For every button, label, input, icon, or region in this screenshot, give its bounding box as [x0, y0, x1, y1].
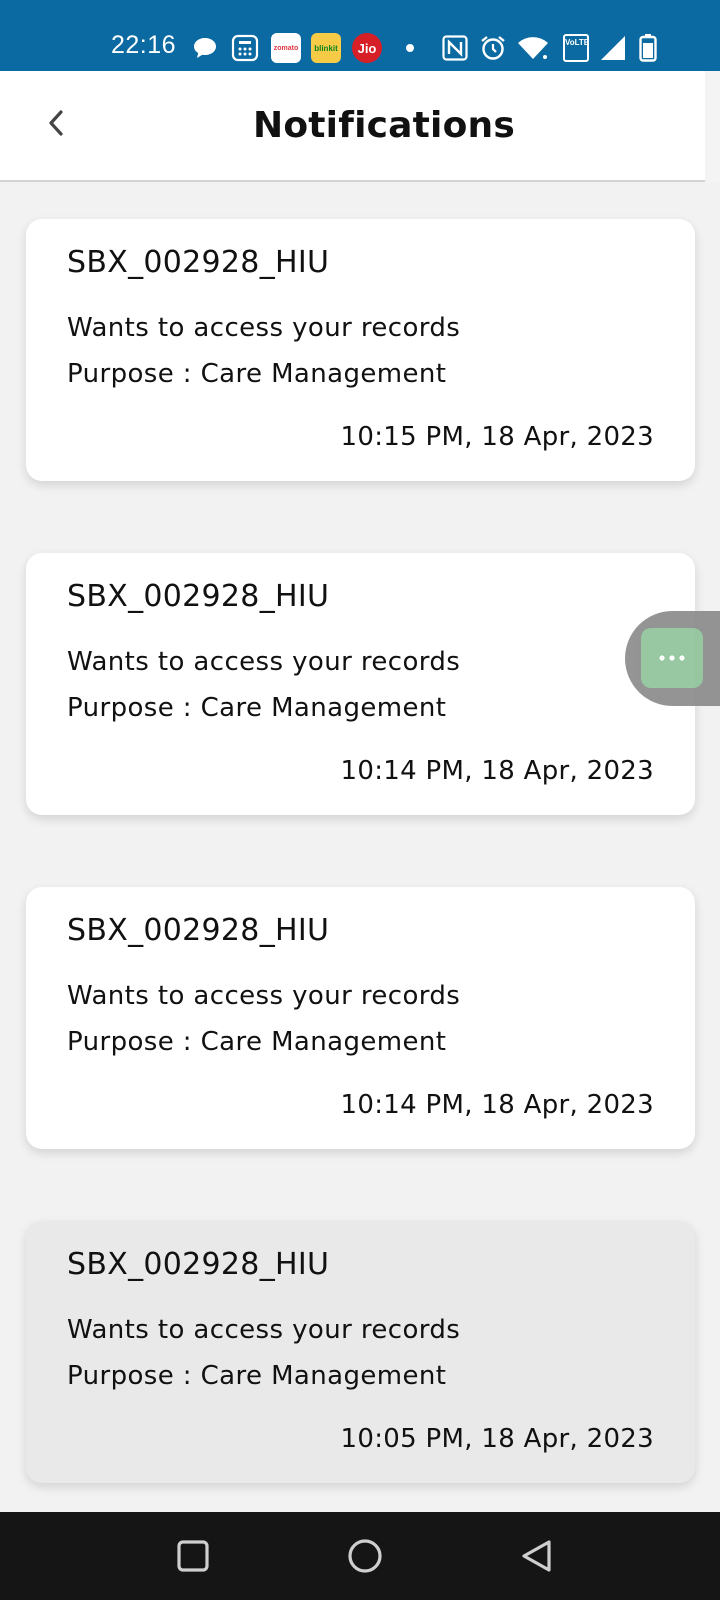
alarm-icon	[478, 33, 508, 63]
blinkit-icon: blinkit	[311, 33, 341, 63]
back-icon	[522, 1540, 551, 1572]
status-time: 22:16	[111, 31, 177, 59]
dot-icon	[400, 33, 420, 63]
notification-timestamp: 10:14 PM, 18 Apr, 2023	[340, 756, 654, 786]
notification-purpose: Purpose : Care Management	[67, 1027, 447, 1057]
notification-requester: SBX_002928_HIU	[67, 245, 330, 280]
blinkit-label: blinkit	[314, 43, 338, 53]
zomato-icon: zomato	[271, 33, 301, 63]
jio-label: Jio	[357, 40, 377, 56]
zomato-label: zomato	[273, 44, 299, 52]
page-title: Notifications	[253, 105, 515, 146]
notification-message: Wants to access your records	[67, 313, 461, 343]
notification-card[interactable]: SBX_002928_HIU Wants to access your reco…	[26, 219, 695, 481]
notification-message: Wants to access your records	[67, 981, 461, 1011]
notification-requester: SBX_002928_HIU	[67, 913, 330, 948]
notification-card[interactable]: SBX_002928_HIU Wants to access your reco…	[26, 887, 695, 1149]
notification-timestamp: 10:14 PM, 18 Apr, 2023	[340, 1090, 654, 1120]
calculator-icon	[230, 33, 260, 63]
status-bar: 22:16 zomato blinkit Jio VoLTE	[0, 0, 720, 71]
home-icon	[348, 1539, 382, 1573]
recent-apps-button[interactable]	[171, 1534, 215, 1578]
floating-chat-button[interactable]	[641, 628, 703, 688]
notification-purpose: Purpose : Care Management	[67, 1361, 447, 1391]
notification-requester: SBX_002928_HIU	[67, 579, 330, 614]
wifi-icon	[516, 33, 550, 63]
volte-icon: VoLTE	[562, 33, 590, 63]
floating-chat-handle[interactable]	[625, 611, 720, 706]
notification-purpose: Purpose : Care Management	[67, 359, 447, 389]
nfc-icon	[440, 33, 470, 63]
notification-card[interactable]: SBX_002928_HIU Wants to access your reco…	[26, 1221, 695, 1483]
notification-card[interactable]: SBX_002928_HIU Wants to access your reco…	[26, 553, 695, 815]
home-button[interactable]	[343, 1534, 387, 1578]
notification-purpose: Purpose : Care Management	[67, 693, 447, 723]
chat-bubble-icon	[190, 33, 220, 63]
notification-timestamp: 10:15 PM, 18 Apr, 2023	[340, 422, 654, 452]
volte-label: VoLTE	[563, 34, 589, 62]
signal-icon	[598, 33, 628, 63]
battery-icon	[638, 33, 658, 63]
app-header: Notifications	[0, 71, 705, 182]
more-dots-icon	[659, 655, 685, 661]
nav-back-button[interactable]	[515, 1534, 559, 1578]
notification-message: Wants to access your records	[67, 1315, 461, 1345]
notification-message: Wants to access your records	[67, 647, 461, 677]
system-nav-bar	[0, 1512, 720, 1600]
notification-timestamp: 10:05 PM, 18 Apr, 2023	[340, 1424, 654, 1454]
scroll-gutter	[705, 71, 720, 182]
recent-apps-icon	[177, 1540, 209, 1572]
jio-icon: Jio	[352, 33, 382, 63]
notification-requester: SBX_002928_HIU	[67, 1247, 330, 1282]
